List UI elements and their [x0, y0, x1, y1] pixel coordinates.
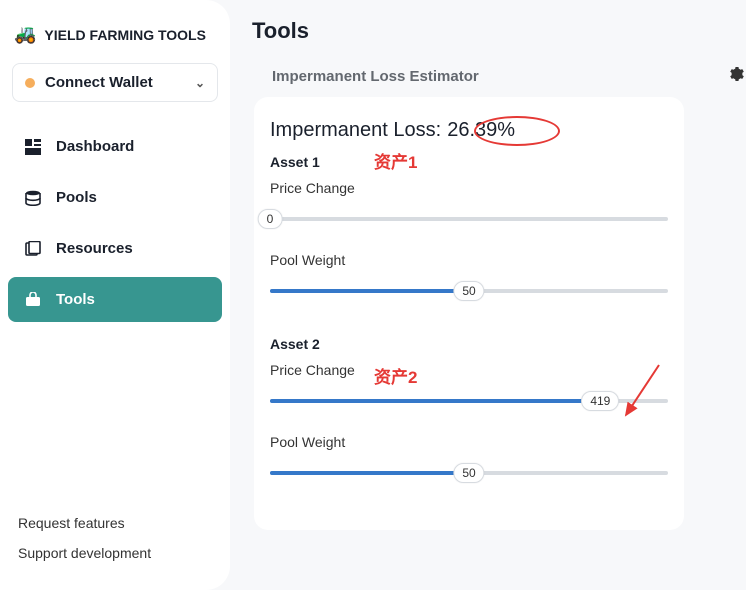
card-header: Impermanent Loss Estimator	[252, 66, 746, 97]
footer-links: Request features Support development	[8, 508, 222, 574]
sidebar-item-dashboard[interactable]: Dashboard	[8, 124, 222, 169]
chevron-down-icon: ⌄	[195, 76, 205, 90]
asset2-price-change-thumb[interactable]: 419	[581, 391, 619, 411]
connect-wallet-button[interactable]: Connect Wallet ⌄	[12, 63, 218, 102]
sidebar-label-resources: Resources	[56, 240, 133, 257]
brand: 🚜 YIELD FARMING TOOLS	[8, 16, 222, 61]
card-title: Impermanent Loss Estimator	[272, 68, 479, 85]
impermanent-loss-card: Impermanent Loss: 26.39% Asset 1 Price C…	[254, 97, 684, 530]
sidebar-item-resources[interactable]: Resources	[8, 226, 222, 271]
asset2-pool-weight-slider[interactable]: 50	[270, 458, 668, 488]
asset1-block: Asset 1 Price Change 0 Pool Weight 50	[270, 154, 668, 306]
wallet-label: Connect Wallet	[45, 74, 153, 91]
loss-value: 26.39%	[447, 119, 515, 142]
sidebar-label-dashboard: Dashboard	[56, 138, 134, 155]
tractor-icon: 🚜	[14, 24, 36, 45]
nav-list: Dashboard Pools Resources Tools	[8, 124, 222, 322]
loss-label: Impermanent Loss:	[270, 119, 441, 142]
asset1-price-change-slider[interactable]: 0	[270, 204, 668, 234]
pools-icon	[24, 190, 42, 206]
asset2-pool-weight-label: Pool Weight	[270, 434, 668, 450]
request-features-link[interactable]: Request features	[18, 508, 212, 538]
sidebar-label-pools: Pools	[56, 189, 97, 206]
support-development-link[interactable]: Support development	[18, 538, 212, 568]
page-title: Tools	[252, 18, 746, 44]
brand-title: YIELD FARMING TOOLS	[44, 27, 206, 43]
asset1-price-change-label: Price Change	[270, 180, 668, 196]
asset2-pool-weight-thumb[interactable]: 50	[453, 463, 484, 483]
gear-icon[interactable]	[728, 66, 744, 87]
asset1-label: Asset 1	[270, 154, 668, 170]
asset1-pool-weight-label: Pool Weight	[270, 252, 668, 268]
sidebar-label-tools: Tools	[56, 291, 95, 308]
sidebar-item-pools[interactable]: Pools	[8, 175, 222, 220]
asset2-block: Asset 2 Price Change 419 Pool Weight 50	[270, 336, 668, 488]
asset1-pool-weight-slider[interactable]: 50	[270, 276, 668, 306]
status-dot-icon	[25, 78, 35, 88]
resources-icon	[24, 241, 42, 257]
asset2-price-change-slider[interactable]: 419	[270, 386, 668, 416]
asset2-price-change-label: Price Change	[270, 362, 668, 378]
dashboard-icon	[24, 139, 42, 155]
sidebar: 🚜 YIELD FARMING TOOLS Connect Wallet ⌄ D…	[0, 0, 230, 590]
asset1-price-change-thumb[interactable]: 0	[258, 209, 283, 229]
asset2-label: Asset 2	[270, 336, 668, 352]
tools-icon	[24, 292, 42, 308]
asset1-pool-weight-thumb[interactable]: 50	[453, 281, 484, 301]
sidebar-item-tools[interactable]: Tools	[8, 277, 222, 322]
main-content: Tools Impermanent Loss Estimator Imperma…	[230, 0, 746, 590]
